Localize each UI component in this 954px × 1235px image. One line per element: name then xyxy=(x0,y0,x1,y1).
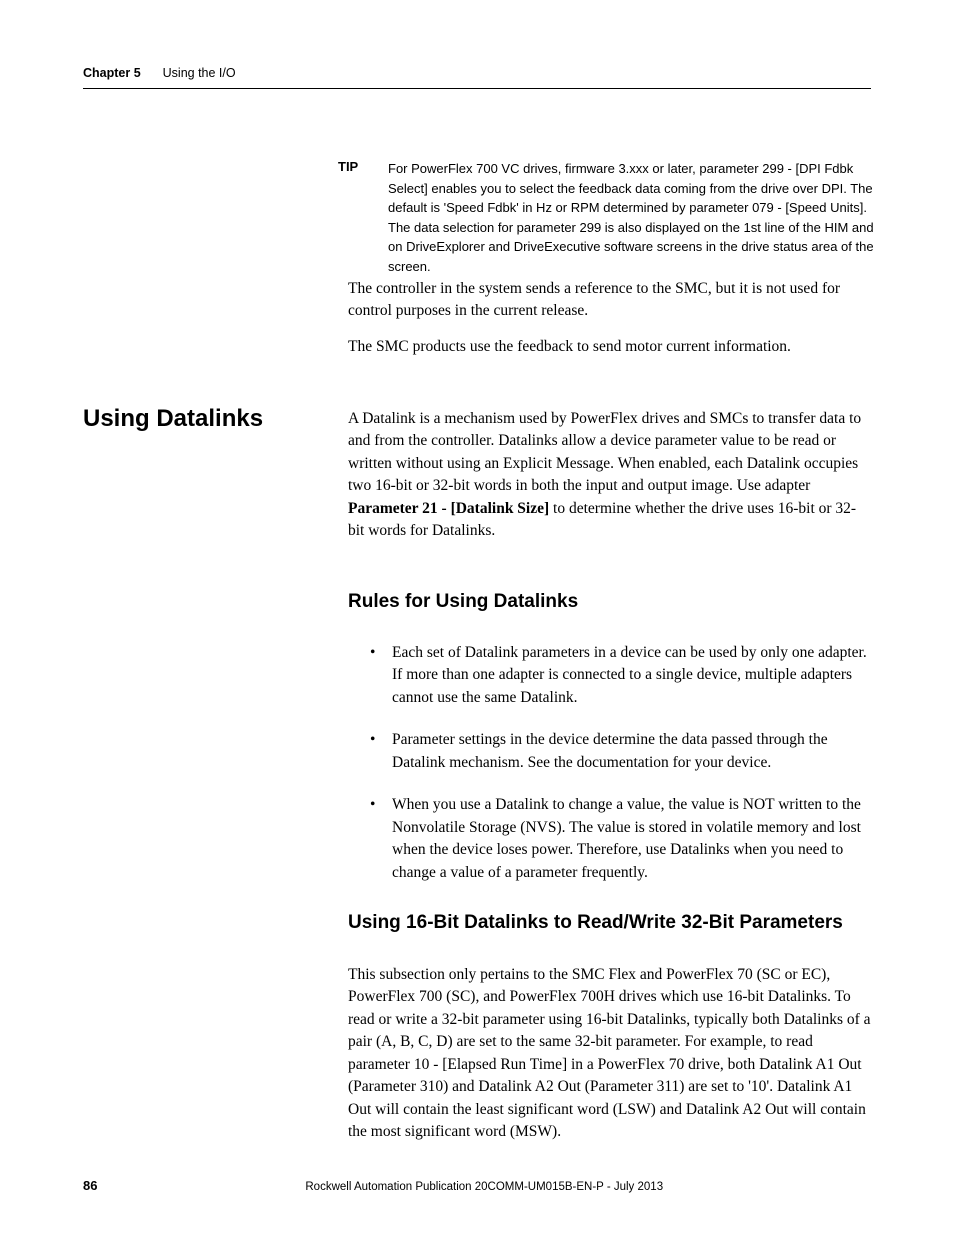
header-rule xyxy=(83,88,871,89)
page-header: Chapter 5 Using the I/O xyxy=(83,66,871,80)
list-item: Parameter settings in the device determi… xyxy=(370,729,872,774)
subsection-body: This subsection only pertains to the SMC… xyxy=(348,964,872,1144)
rules-list: Each set of Datalink parameters in a dev… xyxy=(370,642,872,904)
section-heading: Using Datalinks xyxy=(83,405,263,433)
page-number: 86 xyxy=(83,1178,97,1193)
chapter-title: Using the I/O xyxy=(163,66,236,80)
section-body: A Datalink is a mechanism used by PowerF… xyxy=(348,408,872,543)
list-item: When you use a Datalink to change a valu… xyxy=(370,794,872,884)
body-paragraph: The SMC products use the feedback to sen… xyxy=(348,336,872,358)
body-paragraph: The controller in the system sends a ref… xyxy=(348,278,872,323)
tip-label: TIP xyxy=(338,159,388,276)
publication-info: Rockwell Automation Publication 20COMM-U… xyxy=(97,1181,871,1193)
page-footer: 86 Rockwell Automation Publication 20COM… xyxy=(83,1178,871,1193)
section-body-bold: Parameter 21 - [Datalink Size] xyxy=(348,500,549,517)
tip-text: For PowerFlex 700 VC drives, firmware 3.… xyxy=(388,159,874,276)
tip-block: TIP For PowerFlex 700 VC drives, firmwar… xyxy=(338,159,874,276)
subheading-16bit: Using 16-Bit Datalinks to Read/Write 32-… xyxy=(348,912,843,934)
list-item: Each set of Datalink parameters in a dev… xyxy=(370,642,872,709)
subheading-rules: Rules for Using Datalinks xyxy=(348,591,578,613)
chapter-label: Chapter 5 xyxy=(83,66,141,80)
section-body-pre: A Datalink is a mechanism used by PowerF… xyxy=(348,410,861,494)
